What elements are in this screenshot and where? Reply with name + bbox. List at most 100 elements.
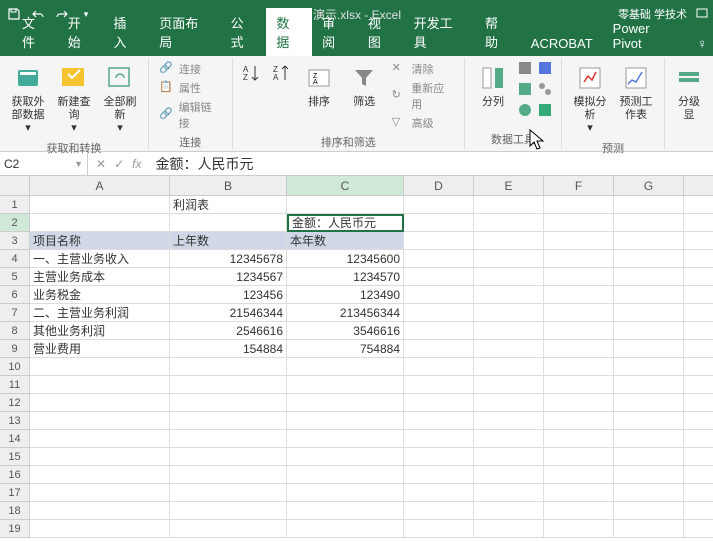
cell-H11[interactable] (684, 376, 713, 394)
cell-F8[interactable] (544, 322, 614, 340)
cell-E1[interactable] (474, 196, 544, 214)
row-header-12[interactable]: 12 (0, 394, 30, 412)
cell-H5[interactable] (684, 268, 713, 286)
cell-A15[interactable] (30, 448, 170, 466)
cell-B12[interactable] (170, 394, 287, 412)
cell-H7[interactable] (684, 304, 713, 322)
cell-F11[interactable] (544, 376, 614, 394)
cell-A17[interactable] (30, 484, 170, 502)
filter-button[interactable]: 筛选 (343, 60, 386, 111)
cell-F4[interactable] (544, 250, 614, 268)
cell-C3[interactable]: 本年数 (287, 232, 404, 250)
row-header-10[interactable]: 10 (0, 358, 30, 376)
cell-C12[interactable] (287, 394, 404, 412)
cell-H14[interactable] (684, 430, 713, 448)
flash-fill-icon[interactable] (517, 60, 535, 78)
cell-C11[interactable] (287, 376, 404, 394)
text-to-columns-button[interactable]: 分列 (471, 60, 515, 111)
row-header-1[interactable]: 1 (0, 196, 30, 214)
cell-C14[interactable] (287, 430, 404, 448)
ribbon-options-icon[interactable] (695, 6, 709, 23)
cell-F17[interactable] (544, 484, 614, 502)
cell-D4[interactable] (404, 250, 474, 268)
cell-G17[interactable] (614, 484, 684, 502)
cell-G9[interactable] (614, 340, 684, 358)
row-header-3[interactable]: 3 (0, 232, 30, 250)
tab-review[interactable]: 审阅 (312, 8, 358, 56)
cell-H2[interactable] (684, 214, 713, 232)
cell-H6[interactable] (684, 286, 713, 304)
cell-F2[interactable] (544, 214, 614, 232)
cell-G19[interactable] (614, 520, 684, 538)
row-header-16[interactable]: 16 (0, 466, 30, 484)
cell-G6[interactable] (614, 286, 684, 304)
cell-F16[interactable] (544, 466, 614, 484)
row-header-13[interactable]: 13 (0, 412, 30, 430)
cell-B15[interactable] (170, 448, 287, 466)
tab-view[interactable]: 视图 (358, 8, 404, 56)
col-header-D[interactable]: D (404, 176, 474, 196)
cell-G7[interactable] (614, 304, 684, 322)
cell-C7[interactable]: 213456344 (287, 304, 404, 322)
row-header-14[interactable]: 14 (0, 430, 30, 448)
formula-bar[interactable]: 金额：人民币元 (149, 154, 713, 174)
cell-C18[interactable] (287, 502, 404, 520)
col-header-G[interactable]: G (614, 176, 684, 196)
cell-B17[interactable] (170, 484, 287, 502)
cell-E11[interactable] (474, 376, 544, 394)
cell-D12[interactable] (404, 394, 474, 412)
tell-me-icon[interactable]: ♀ (691, 31, 713, 56)
cell-D3[interactable] (404, 232, 474, 250)
cell-A9[interactable]: 营业费用 (30, 340, 170, 358)
cell-A12[interactable] (30, 394, 170, 412)
cell-A11[interactable] (30, 376, 170, 394)
cell-D15[interactable] (404, 448, 474, 466)
cell-H15[interactable] (684, 448, 713, 466)
cell-F13[interactable] (544, 412, 614, 430)
cell-A16[interactable] (30, 466, 170, 484)
tab-formulas[interactable]: 公式 (221, 8, 267, 56)
cell-A2[interactable] (30, 214, 170, 232)
fx-icon[interactable]: fx (132, 157, 141, 171)
cell-F1[interactable] (544, 196, 614, 214)
sort-az-button[interactable]: AZ (239, 60, 266, 88)
cell-H3[interactable] (684, 232, 713, 250)
cell-G8[interactable] (614, 322, 684, 340)
cell-A6[interactable]: 业务税金 (30, 286, 170, 304)
cell-C13[interactable] (287, 412, 404, 430)
cell-E16[interactable] (474, 466, 544, 484)
clear-filter-button[interactable]: ✕清除 (388, 60, 458, 78)
cell-D19[interactable] (404, 520, 474, 538)
cell-C5[interactable]: 1234570 (287, 268, 404, 286)
cell-H17[interactable] (684, 484, 713, 502)
cell-A14[interactable] (30, 430, 170, 448)
row-header-11[interactable]: 11 (0, 376, 30, 394)
col-header-F[interactable]: F (544, 176, 614, 196)
cell-C6[interactable]: 123490 (287, 286, 404, 304)
tab-layout[interactable]: 页面布局 (149, 8, 220, 56)
cell-G10[interactable] (614, 358, 684, 376)
cell-G4[interactable] (614, 250, 684, 268)
col-header-B[interactable]: B (170, 176, 287, 196)
cell-F3[interactable] (544, 232, 614, 250)
cell-D5[interactable] (404, 268, 474, 286)
tab-file[interactable]: 文件 (12, 8, 58, 56)
row-header-17[interactable]: 17 (0, 484, 30, 502)
new-query-button[interactable]: 新建查询 ▾ (52, 60, 96, 138)
tab-home[interactable]: 开始 (58, 8, 104, 56)
col-header-A[interactable]: A (30, 176, 170, 196)
row-header-7[interactable]: 7 (0, 304, 30, 322)
cell-H1[interactable] (684, 196, 713, 214)
row-header-19[interactable]: 19 (0, 520, 30, 538)
cell-E7[interactable] (474, 304, 544, 322)
outline-button[interactable]: 分级显 (671, 60, 707, 124)
cell-E14[interactable] (474, 430, 544, 448)
cell-D10[interactable] (404, 358, 474, 376)
cell-D16[interactable] (404, 466, 474, 484)
cell-F7[interactable] (544, 304, 614, 322)
cell-D1[interactable] (404, 196, 474, 214)
tab-help[interactable]: 帮助 (475, 8, 521, 56)
cell-G14[interactable] (614, 430, 684, 448)
row-header-6[interactable]: 6 (0, 286, 30, 304)
tab-insert[interactable]: 插入 (103, 8, 149, 56)
